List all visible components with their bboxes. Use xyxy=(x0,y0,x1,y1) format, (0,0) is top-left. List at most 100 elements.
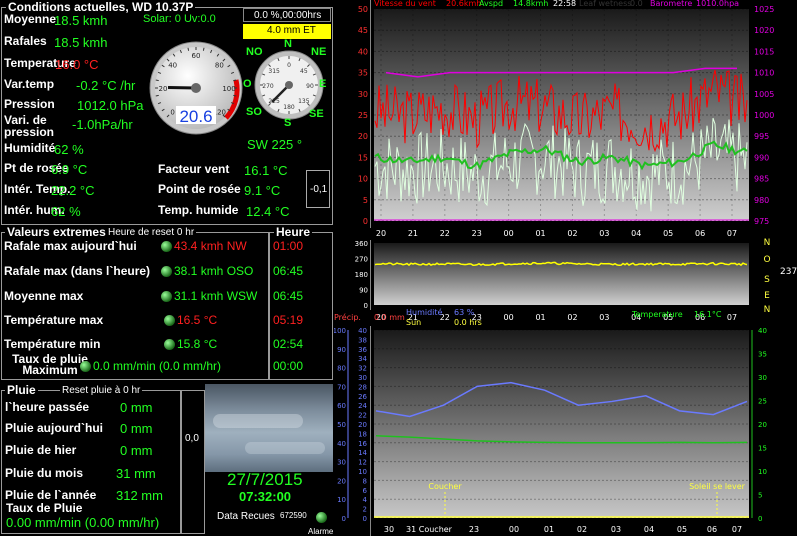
current-time: 07:32:00 xyxy=(239,489,292,504)
extreme-value: 0.0 mm/min (0.0 mm/hr) xyxy=(93,359,222,373)
baro-axis-tick: 1005 xyxy=(754,90,774,99)
current-row-label: Vari. de pression xyxy=(4,113,55,139)
wind-x-tick: 07 xyxy=(727,229,737,238)
direction-x-tick: 01 xyxy=(535,313,545,322)
mid-axis-tick: 10 xyxy=(358,468,367,476)
alarm-led[interactable] xyxy=(316,512,327,523)
extreme-value: 16.5 °C xyxy=(177,313,218,327)
temp-x-tick: 31 Coucher xyxy=(406,525,453,534)
compass-n: N xyxy=(284,38,292,50)
extreme-led[interactable] xyxy=(164,339,175,350)
wind-direction-text: SW 225 ° xyxy=(247,137,303,152)
mid-axis-tick: 4 xyxy=(363,496,368,504)
extreme-time: 00:00 xyxy=(273,359,304,373)
current-right-label: Temp. humide xyxy=(158,203,239,217)
baro-axis-tick: 985 xyxy=(754,175,769,184)
direction-axis-tick: 270 xyxy=(355,256,368,264)
extreme-label: Taux de pluie Maximum xyxy=(12,352,88,377)
extreme-led[interactable] xyxy=(80,361,91,372)
rain-side-value: 0,0 xyxy=(185,433,199,444)
compass-o: O xyxy=(243,78,252,90)
extreme-label: Rafale max aujourd`hui xyxy=(4,239,137,253)
compass-scale-label: 180 xyxy=(283,104,295,111)
current-row-value: 1012.0 hPa xyxy=(77,98,144,113)
temp-chart-frame xyxy=(370,326,371,536)
current-row-value: 18.5 kmh xyxy=(54,13,108,28)
extreme-value: 38.1 kmh OSO xyxy=(174,264,254,278)
humid-axis-tick: 40 xyxy=(337,440,346,448)
current-right-label: Point de rosée xyxy=(158,182,241,196)
rain-label: Pluie aujourd`hui xyxy=(5,421,103,435)
sunrise-label: Soleil se lever xyxy=(689,482,746,491)
rain-value: 312 mm xyxy=(116,488,163,503)
temp-x-tick: 06 xyxy=(707,525,717,534)
cloud-layer xyxy=(213,414,303,428)
extreme-label: Rafale max (dans l`heure) xyxy=(4,264,151,278)
humid-axis-tick: 100 xyxy=(334,327,346,335)
rain-title: Pluie xyxy=(5,383,38,397)
humid-axis-tick: 50 xyxy=(337,421,346,429)
direction-x-tick: 02 xyxy=(567,313,577,322)
current-row-label: Rafales xyxy=(4,34,47,48)
wind-axis-tick: 45 xyxy=(358,26,368,35)
rain-readout: 0.0 %,00:00hrs xyxy=(254,10,322,21)
current-row-value: 18.5 kmh xyxy=(54,35,108,50)
temp-axis-tick: 0 xyxy=(758,515,762,523)
mid-axis-tick: 32 xyxy=(358,365,367,373)
baro-axis-tick: 1010 xyxy=(754,69,774,78)
compass-scale-label: 0 xyxy=(287,62,291,69)
extreme-time: 06:45 xyxy=(273,289,304,303)
extreme-led[interactable] xyxy=(164,315,175,326)
mid-axis-tick: 26 xyxy=(358,393,367,401)
rain-label: Pluie de hier xyxy=(5,443,77,457)
temperature-scale-label: 60 xyxy=(192,52,201,60)
rain-side-panel xyxy=(181,390,205,534)
legend-time: 22:58 xyxy=(553,0,576,8)
wind-axis-tick: 15 xyxy=(358,153,368,162)
mid-axis-tick: 40 xyxy=(358,327,367,335)
mid-axis-tick: 12 xyxy=(358,459,367,467)
temp-x-tick: 00 xyxy=(509,525,519,534)
cloud-layer xyxy=(245,442,325,454)
extreme-led[interactable] xyxy=(161,266,172,277)
wind-x-tick: 05 xyxy=(663,229,673,238)
wind-legend-label: Vitesse du vent xyxy=(374,0,436,8)
extreme-time: 01:00 xyxy=(273,239,304,253)
mid-axis-tick: 2 xyxy=(363,506,367,514)
baro-axis-tick: 990 xyxy=(754,153,769,162)
direction-axis-tick: 180 xyxy=(355,271,368,279)
extreme-led[interactable] xyxy=(161,241,172,252)
current-row-value: -1.0hPa/hr xyxy=(72,117,133,132)
direction-axis-tick: 360 xyxy=(355,240,368,248)
temperature-gauge-value: 20.6 xyxy=(179,107,212,126)
mid-axis-tick: 28 xyxy=(358,383,367,391)
humid-axis-tick: 80 xyxy=(337,365,346,373)
temperature-tick xyxy=(233,94,237,97)
data-received-count: 672590 xyxy=(280,511,307,520)
temperature-gauge: 020406080100120 20.6 xyxy=(149,41,243,135)
extreme-label: Température max xyxy=(4,313,104,327)
avspd-legend-value: 14.8kmh xyxy=(513,0,548,8)
sun-legend-label: Sun xyxy=(406,318,421,327)
humid-axis-tick: 20 xyxy=(337,477,346,485)
wind-x-tick: 23 xyxy=(472,229,482,238)
direction-chart-frame xyxy=(370,240,371,310)
rain-reset: Reset pluie à 0 hr xyxy=(60,385,143,396)
temp-legend-value: 16.1°C xyxy=(694,310,722,319)
current-row-value: 62 % xyxy=(51,204,81,219)
extreme-led[interactable] xyxy=(161,291,172,302)
humid-legend-value: 63 % xyxy=(454,308,475,317)
precip-legend-value: 0.0 mm xyxy=(374,313,405,322)
mid-axis-tick: 18 xyxy=(358,430,367,438)
extreme-time: 06:45 xyxy=(273,264,304,278)
baro-axis-tick: 1020 xyxy=(754,26,774,35)
wind-axis-tick: 0 xyxy=(363,217,368,226)
temperature-tick xyxy=(187,47,190,51)
extreme-value: 31.1 kmh WSW xyxy=(174,289,258,303)
humid-axis-tick: 10 xyxy=(337,496,346,504)
baro-axis-tick: 980 xyxy=(754,196,769,205)
humid-axis-tick: 90 xyxy=(337,346,346,354)
solar-readout: Solar: 0 Uv:0.0 xyxy=(143,13,216,25)
temp-axis-tick: 40 xyxy=(758,327,767,335)
compass-s: S xyxy=(284,117,292,129)
